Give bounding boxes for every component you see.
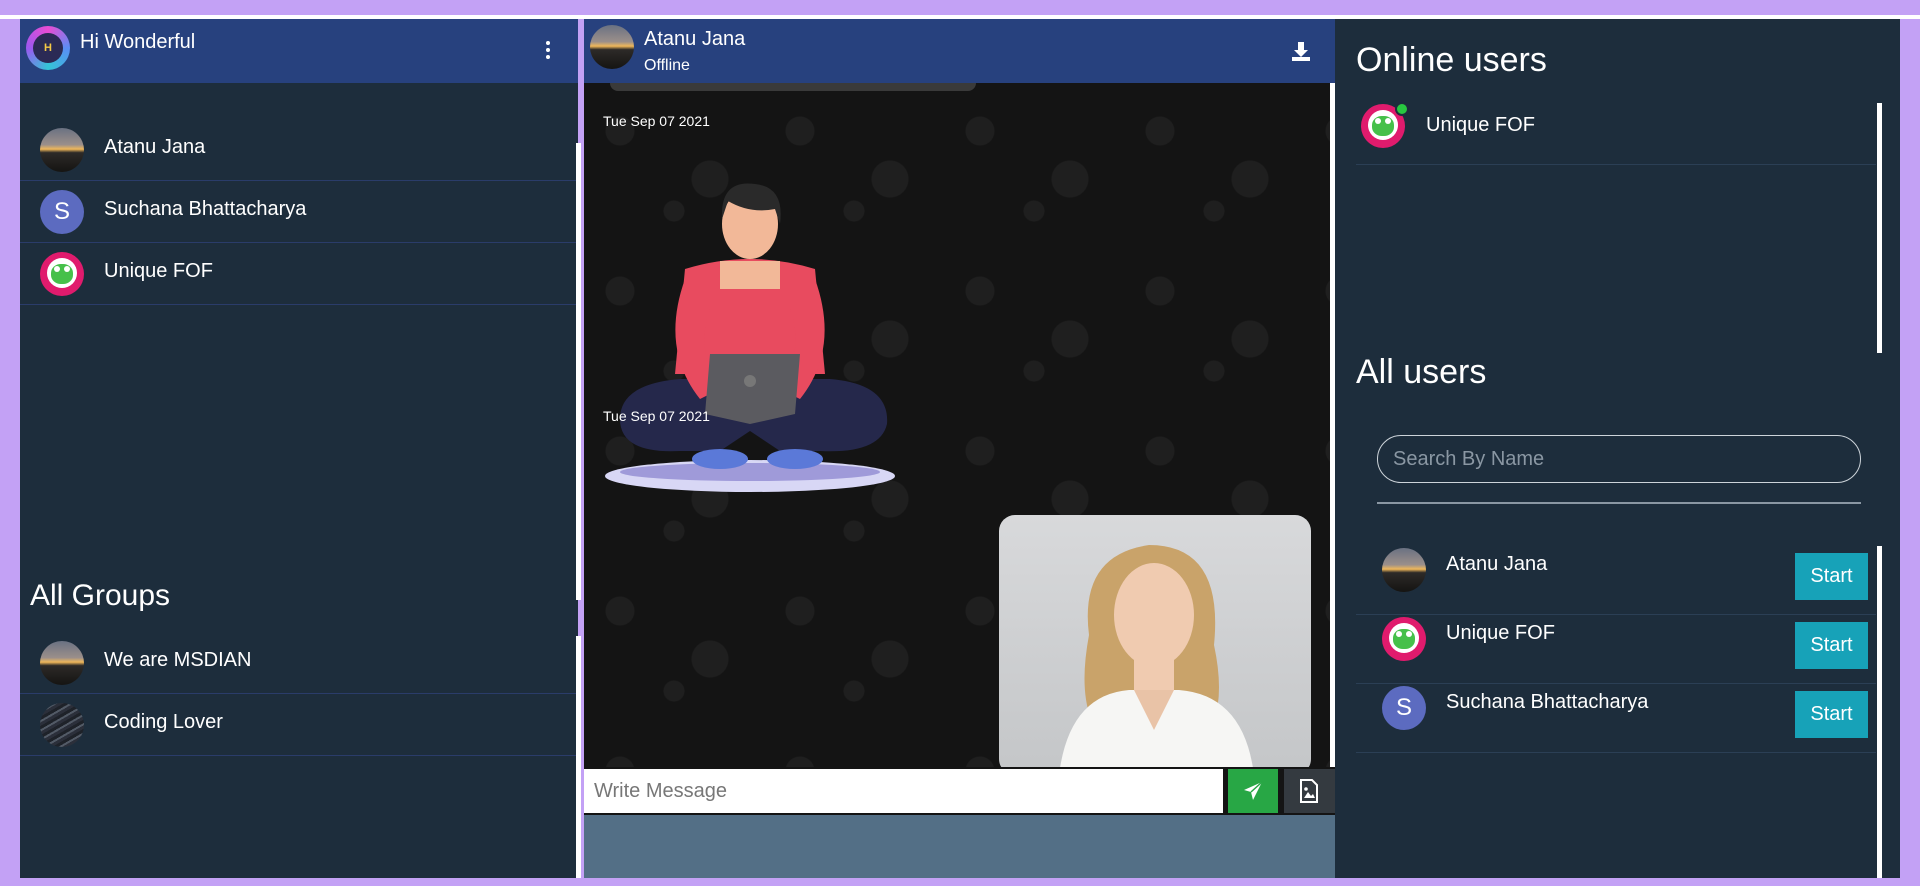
- start-chat-button[interactable]: Start: [1795, 553, 1868, 600]
- groups-heading: All Groups: [30, 579, 171, 612]
- user-item-atanu-jana: Atanu Jana Start: [1356, 546, 1876, 615]
- contact-name: Suchana Bhattacharya: [104, 198, 307, 220]
- group-list: We are MSDIAN Coding Lover: [20, 632, 576, 756]
- all-users-scrollbar[interactable]: [1877, 546, 1882, 878]
- online-user-name: Unique FOF: [1426, 114, 1535, 136]
- send-button[interactable]: [1228, 769, 1278, 813]
- avatar: [1382, 548, 1426, 592]
- users-panel: Online users Unique FOF All users Atanu …: [1335, 19, 1900, 878]
- page-top-border: [0, 0, 1920, 15]
- user-item-suchana-bhattacharya: S Suchana Bhattacharya Start: [1356, 684, 1876, 753]
- all-users-list: Atanu Jana Start Unique FOF Start S Such…: [1356, 546, 1876, 753]
- online-users-heading: Online users: [1356, 41, 1547, 79]
- avatar: S: [1382, 686, 1426, 730]
- image-message-photo[interactable]: [999, 515, 1311, 775]
- chat-panel: Atanu Jana Offline Tue Sep 07 2021 Tue S…: [584, 19, 1335, 878]
- avatar: [40, 641, 84, 685]
- online-status-dot: [1395, 102, 1409, 116]
- contact-item-unique-fof[interactable]: Unique FOF: [20, 243, 576, 305]
- sidebar-scrollbar[interactable]: [576, 143, 581, 600]
- contact-list: Atanu Jana S Suchana Bhattacharya Unique…: [20, 119, 576, 305]
- contact-item-suchana-bhattacharya[interactable]: S Suchana Bhattacharya: [20, 181, 576, 243]
- group-item-we-are-msdian[interactable]: We are MSDIAN: [20, 632, 576, 694]
- user-item-unique-fof: Unique FOF Start: [1356, 615, 1876, 684]
- search-input[interactable]: [1377, 435, 1861, 483]
- online-users-list: Unique FOF: [1356, 102, 1876, 165]
- user-name: Atanu Jana: [1446, 553, 1548, 575]
- online-users-scrollbar[interactable]: [1877, 103, 1882, 353]
- search-underline: [1377, 502, 1861, 504]
- page-right-border: [1900, 19, 1920, 878]
- avatar: [40, 128, 84, 172]
- message-date: Tue Sep 07 2021: [603, 113, 710, 129]
- chat-header: Atanu Jana Offline: [584, 19, 1335, 83]
- attach-image-button[interactable]: [1284, 769, 1335, 813]
- message-area[interactable]: Tue Sep 07 2021 Tue Sep 07 2021: [584, 75, 1335, 775]
- contact-name: Unique FOF: [104, 260, 213, 282]
- message-input[interactable]: [584, 769, 1223, 813]
- page-bottom-border: [0, 878, 1920, 886]
- image-message-illustration[interactable]: [600, 169, 900, 499]
- user-name: Suchana Bhattacharya: [1446, 691, 1649, 713]
- group-name: Coding Lover: [104, 711, 223, 733]
- start-chat-button[interactable]: Start: [1795, 691, 1868, 738]
- app-logo: H: [26, 26, 70, 70]
- user-name: Unique FOF: [1446, 622, 1555, 644]
- chat-contact-status: Offline: [644, 57, 690, 74]
- start-chat-button[interactable]: Start: [1795, 622, 1868, 669]
- greeting-text: Hi Wonderful: [80, 31, 196, 53]
- left-sidebar: H Hi Wonderful Atanu Jana S Suchana Bhat…: [20, 19, 581, 878]
- download-icon[interactable]: [1290, 40, 1312, 62]
- woman-portrait-photo: [1059, 545, 1254, 775]
- avatar: S: [40, 190, 84, 234]
- contact-item-atanu-jana[interactable]: Atanu Jana: [20, 119, 576, 181]
- group-item-coding-lover[interactable]: Coding Lover: [20, 694, 576, 756]
- compose-bar: [584, 767, 1335, 815]
- avatar: [1382, 617, 1426, 661]
- all-users-heading: All users: [1356, 353, 1487, 391]
- avatar: [40, 703, 84, 747]
- more-options-icon[interactable]: [542, 41, 554, 63]
- group-name: We are MSDIAN: [104, 649, 252, 671]
- avatar: [40, 252, 84, 296]
- send-icon: [1244, 781, 1263, 800]
- contact-name: Atanu Jana: [104, 136, 206, 158]
- image-file-icon: [1300, 779, 1318, 803]
- groups-scrollbar[interactable]: [576, 636, 581, 878]
- app-logo-mark: H: [33, 33, 63, 63]
- message-date: Tue Sep 07 2021: [603, 408, 710, 424]
- sidebar-header: H Hi Wonderful: [20, 19, 578, 83]
- chat-footer: [584, 815, 1335, 878]
- chat-contact-name: Atanu Jana: [644, 28, 746, 50]
- online-user-item[interactable]: Unique FOF: [1356, 102, 1876, 165]
- chat-contact-avatar: [590, 25, 634, 69]
